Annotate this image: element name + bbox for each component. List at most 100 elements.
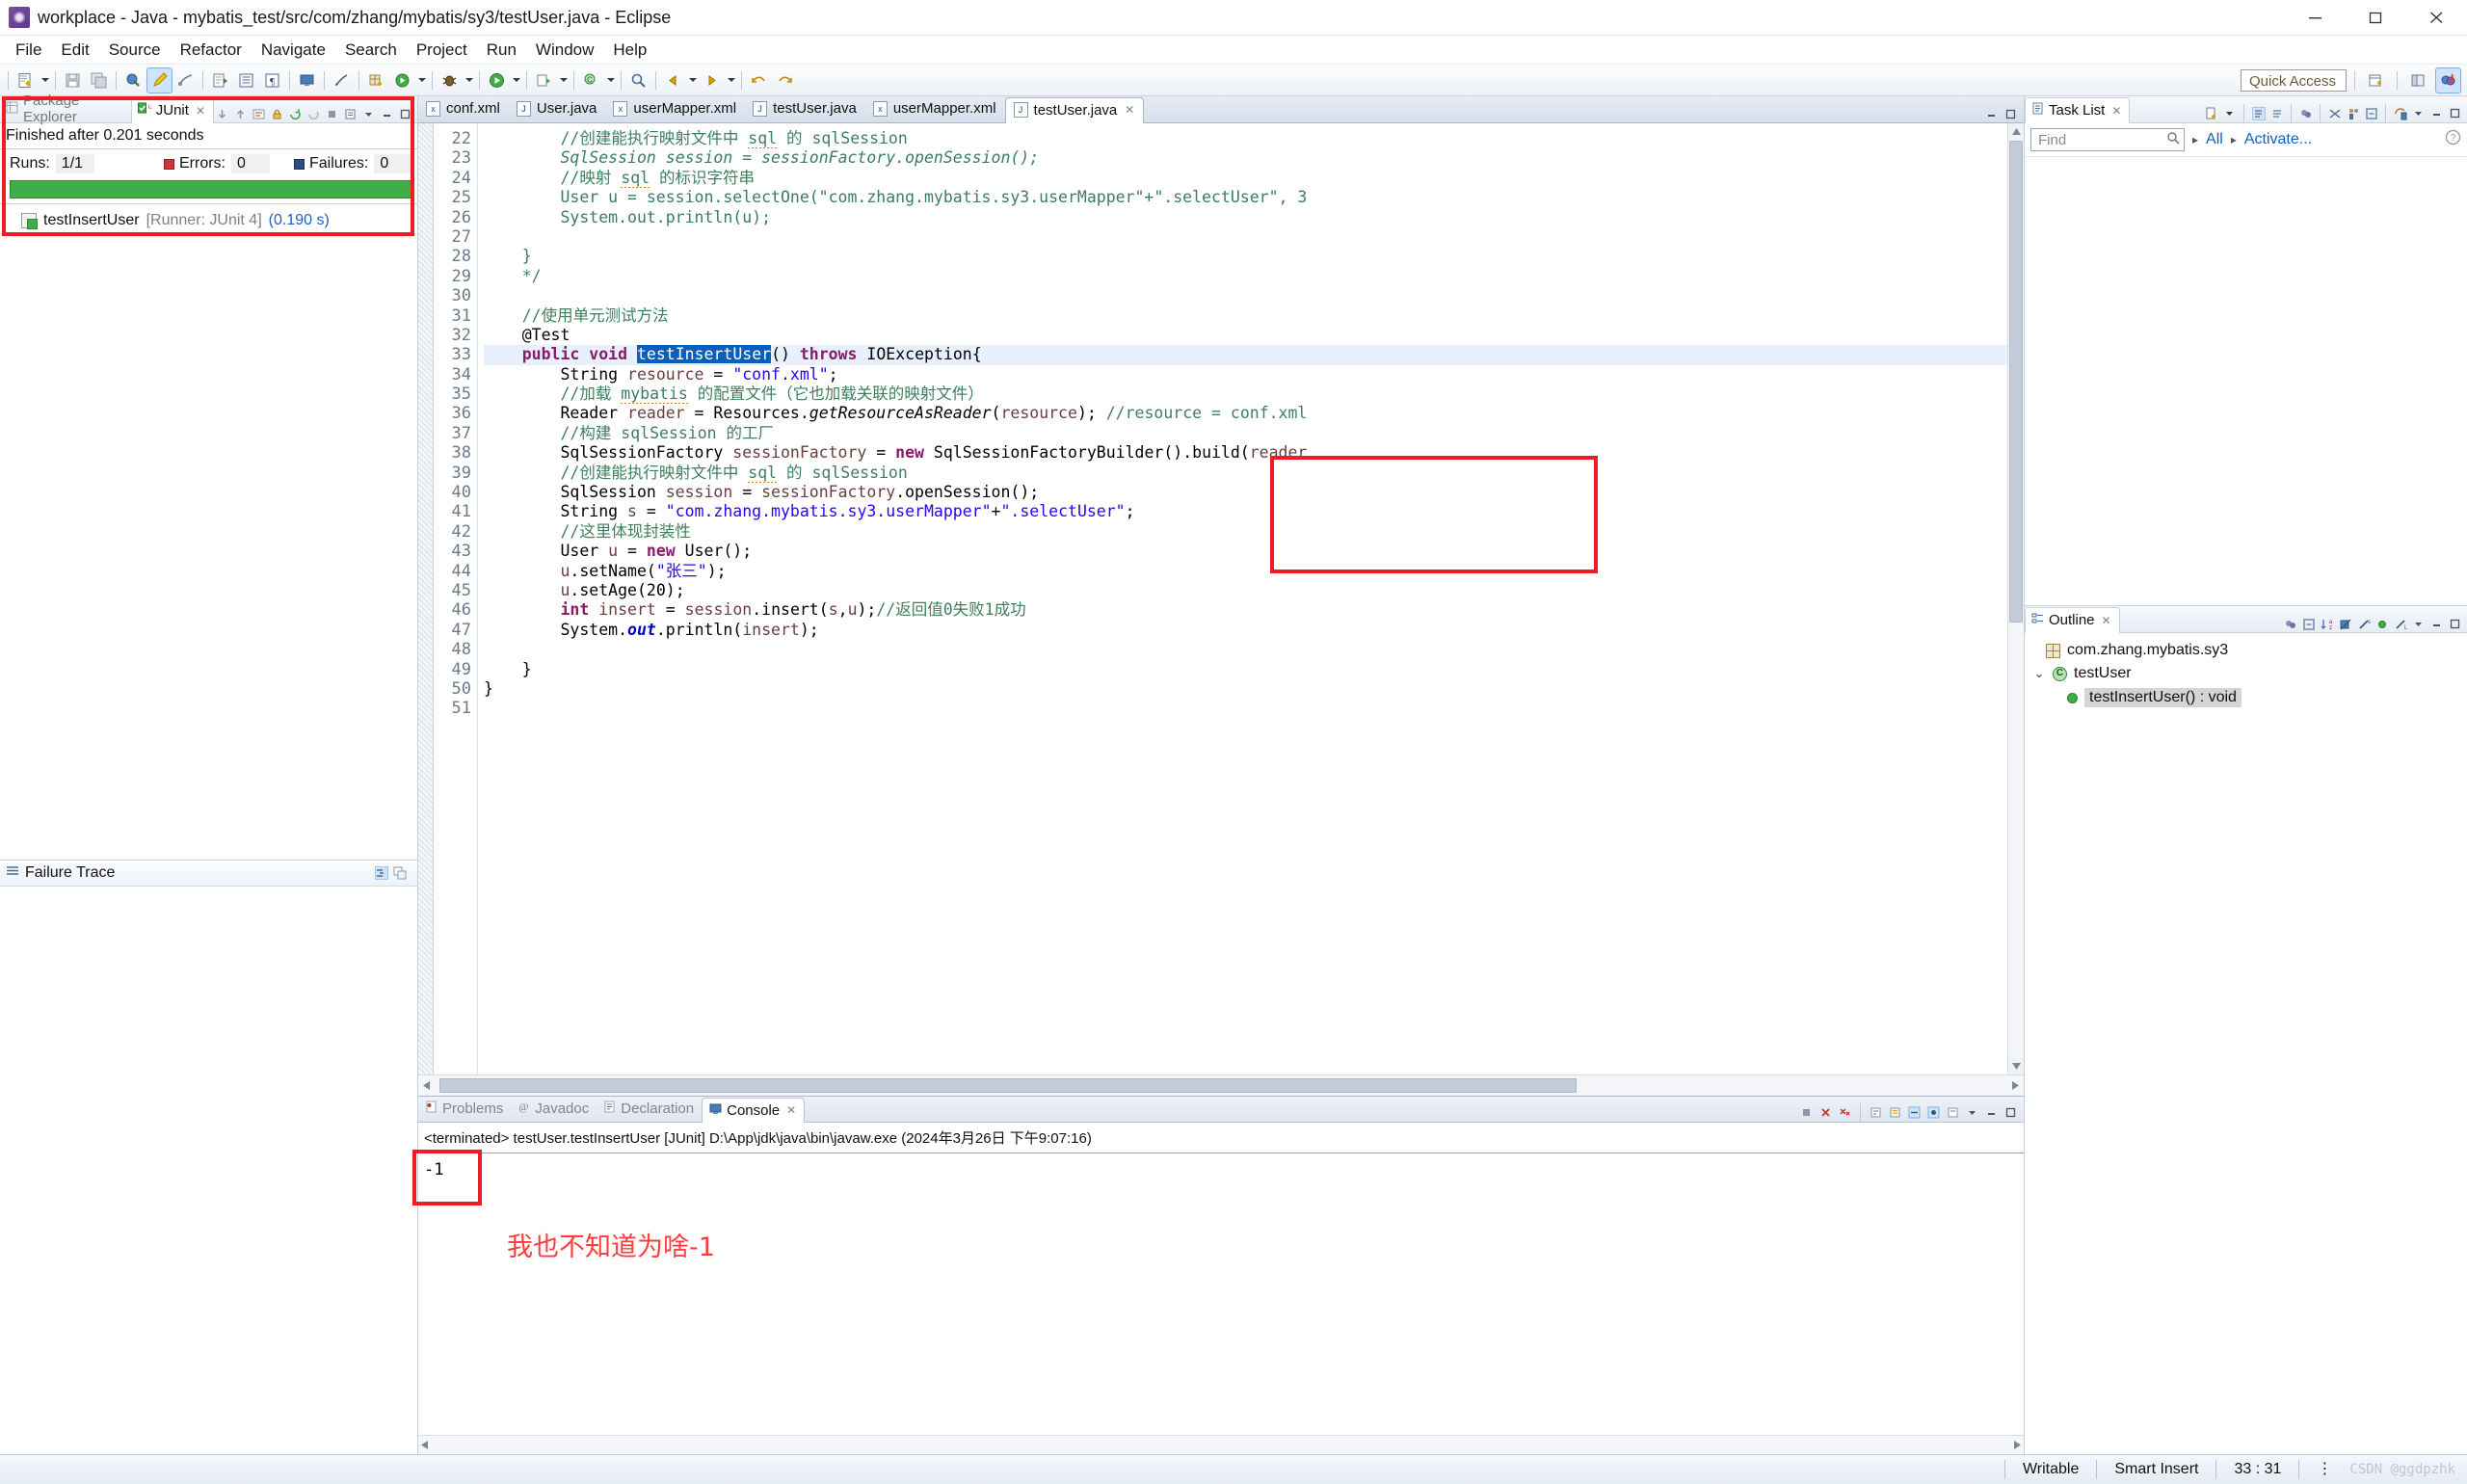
run-external-dropdown-icon[interactable] [557, 68, 570, 93]
code-text-area[interactable]: //创建能执行映射文件中 sql 的 sqlSession SqlSession… [478, 123, 2024, 1096]
outline-item-method[interactable]: testInsertUser() : void [2025, 685, 2467, 710]
editor-tab-usermapper-xml-1[interactable]: x userMapper.xml [605, 96, 745, 122]
menu-project[interactable]: Project [407, 38, 477, 63]
tab-problems[interactable]: Problems [418, 1097, 511, 1122]
view-menu-icon[interactable] [2410, 616, 2427, 632]
chevron-down-icon[interactable]: ⌄ [2032, 666, 2046, 681]
back-nav-icon[interactable] [661, 68, 685, 93]
maximize-view-icon[interactable] [2447, 616, 2463, 632]
maximize-button[interactable] [2346, 0, 2406, 36]
run-icon[interactable] [485, 68, 509, 93]
filter-my-tasks-icon[interactable] [2345, 105, 2361, 121]
console-horizontal-scrollbar[interactable] [418, 1435, 2024, 1454]
outline-item-class[interactable]: ⌄ C testUser [2025, 662, 2467, 685]
new-class-icon[interactable]: C [579, 68, 603, 93]
back-dropdown-icon[interactable] [686, 68, 699, 93]
focus-on-workweek-icon[interactable] [2297, 105, 2314, 121]
sort-icon[interactable]: az [2319, 616, 2335, 632]
tab-junit[interactable]: u JUnit ✕ [130, 97, 214, 123]
menu-navigate[interactable]: Navigate [252, 38, 335, 63]
open-console-dropdown-icon[interactable] [1964, 1104, 1980, 1121]
scroll-lock-icon[interactable] [1887, 1104, 1903, 1121]
close-icon[interactable]: ✕ [1125, 103, 1134, 117]
synchronize-icon[interactable] [2392, 105, 2408, 121]
outline-item-package[interactable]: com.zhang.mybatis.sy3 [2025, 639, 2467, 662]
maximize-editor-icon[interactable] [2003, 106, 2019, 122]
menu-file[interactable]: File [6, 38, 51, 63]
editor-horizontal-scrollbar[interactable] [418, 1074, 2024, 1096]
hide-static-icon[interactable]: s [2355, 616, 2372, 632]
hide-fields-icon[interactable] [2337, 616, 2353, 632]
junit-results-tree[interactable]: testInsertUser [Runner: JUnit 4] (0.190 … [0, 203, 417, 860]
editor-tab-usermapper-xml-2[interactable]: x userMapper.xml [865, 96, 1005, 122]
menu-edit[interactable]: Edit [51, 38, 98, 63]
pin-console-icon[interactable] [1925, 1104, 1942, 1121]
new-package-icon[interactable] [364, 68, 388, 93]
find-input[interactable]: Find [2030, 128, 2185, 151]
export-icon[interactable] [208, 68, 232, 93]
run-last-icon[interactable] [390, 68, 414, 93]
scroll-left-icon[interactable] [421, 1437, 428, 1454]
editor-vscroll-thumb[interactable] [2009, 141, 2023, 623]
menu-window[interactable]: Window [526, 38, 603, 63]
scroll-left-icon[interactable] [418, 1077, 430, 1095]
scheduled-mode-icon[interactable] [2268, 105, 2285, 121]
search-icon[interactable] [2166, 131, 2180, 148]
prev-edit-icon[interactable] [747, 68, 771, 93]
help-icon[interactable]: ? [2445, 129, 2461, 150]
console-output-area[interactable]: -1 我也不知道为啥-1 [412, 1150, 2024, 1435]
tab-declaration[interactable]: Declaration [597, 1097, 702, 1122]
quick-access-input[interactable]: Quick Access [2241, 68, 2347, 92]
scroll-right-icon[interactable] [2014, 1437, 2021, 1454]
show-failures-only-icon[interactable] [251, 106, 267, 122]
scroll-down-icon[interactable] [2008, 1058, 2024, 1074]
collapse-all-icon[interactable] [2363, 105, 2379, 121]
perspective-java-browsing-icon[interactable] [2406, 68, 2430, 93]
terminate-icon[interactable] [1798, 1104, 1815, 1121]
minimize-view-icon[interactable] [2428, 616, 2445, 632]
menu-source[interactable]: Source [99, 38, 171, 63]
list-item[interactable]: testInsertUser [Runner: JUnit 4] (0.190 … [0, 209, 417, 232]
outline-tree[interactable]: com.zhang.mybatis.sy3 ⌄ C testUser testI… [2025, 633, 2467, 1454]
history-icon[interactable] [342, 106, 358, 122]
code-editor[interactable]: 22 23 24 25 26 27 28 29 30 31 32 33 34 3… [418, 123, 2024, 1096]
rerun-failed-icon[interactable] [305, 106, 322, 122]
debug-dropdown-icon[interactable] [463, 68, 475, 93]
menu-search[interactable]: Search [335, 38, 407, 63]
search-icon[interactable] [626, 68, 650, 93]
prev-failure-icon[interactable] [232, 106, 249, 122]
pencil-icon[interactable] [146, 66, 172, 93]
new-task-icon[interactable] [2203, 105, 2219, 121]
forward-nav-icon[interactable] [700, 68, 724, 93]
hide-nonpublic-icon[interactable] [2374, 616, 2390, 632]
focus-mode-icon[interactable] [2282, 616, 2298, 632]
copy-trace-icon[interactable] [391, 865, 408, 882]
editor-vertical-scrollbar[interactable] [2007, 123, 2024, 1074]
display-selected-console-icon[interactable] [1945, 1104, 1961, 1121]
minimize-view-icon[interactable] [2428, 105, 2445, 121]
scroll-up-icon[interactable] [2008, 123, 2024, 140]
editor-tab-user-java[interactable]: J User.java [509, 96, 606, 122]
console-icon[interactable] [295, 68, 319, 93]
filter-all-link[interactable]: All [2206, 131, 2223, 148]
run-external-icon[interactable] [532, 68, 556, 93]
view-menu-icon[interactable] [360, 106, 377, 122]
annotation-icon[interactable] [330, 68, 354, 93]
tab-task-list[interactable]: Task List ✕ [2025, 97, 2131, 123]
editor-hscroll-thumb[interactable] [439, 1078, 1577, 1093]
remove-all-launches-icon[interactable] [1837, 1104, 1853, 1121]
format-icon[interactable]: ¶ [260, 68, 284, 93]
filter-complete-icon[interactable] [2326, 105, 2343, 121]
collapse-all-icon[interactable] [2300, 616, 2317, 632]
lock-icon[interactable] [269, 106, 285, 122]
remove-launch-icon[interactable] [1817, 1104, 1834, 1121]
minimize-view-icon[interactable] [379, 106, 395, 122]
show-console-on-output-icon[interactable] [1906, 1104, 1923, 1121]
new-perspective-icon[interactable] [2364, 68, 2388, 93]
minimize-button[interactable] [2285, 0, 2346, 36]
editor-tab-testuser-java-active[interactable]: J testUser.java ✕ [1004, 97, 1145, 123]
menu-refactor[interactable]: Refactor [171, 38, 252, 63]
categorized-mode-icon[interactable] [2250, 105, 2267, 121]
scroll-right-icon[interactable] [2012, 1077, 2024, 1095]
minimize-console-icon[interactable] [1983, 1104, 2000, 1121]
